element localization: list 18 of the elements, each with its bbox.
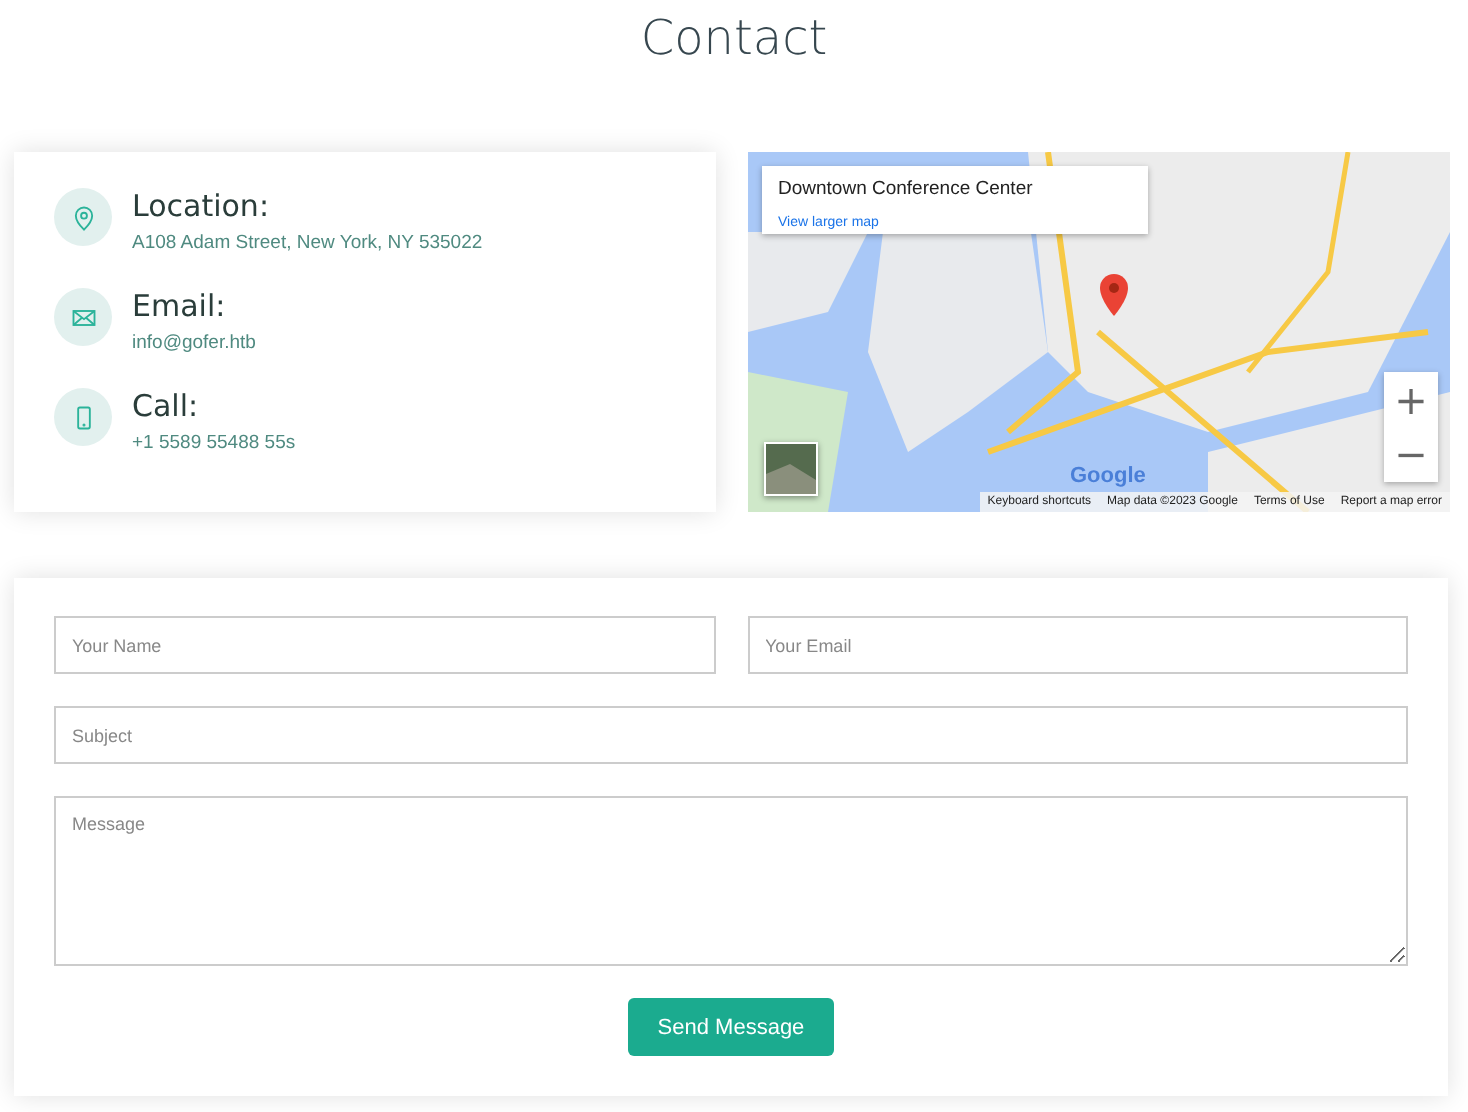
map-type-toggle[interactable]	[764, 442, 818, 496]
info-value: +1 5589 55488 55s	[132, 432, 296, 454]
zoom-in-button[interactable]: +	[1384, 372, 1438, 427]
page-title: Contact	[638, 10, 830, 70]
subject-field[interactable]: Subject	[54, 706, 1408, 764]
info-value: A108 Adam Street, New York, NY 535022	[132, 232, 483, 254]
info-label: Location:	[132, 188, 271, 226]
message-field[interactable]: Message	[54, 796, 1408, 966]
zoom-out-button[interactable]: −	[1384, 427, 1438, 482]
email-field[interactable]: Your Email	[747, 616, 1408, 674]
info-value: info@gofer.htb	[132, 332, 256, 354]
info-label: Call:	[132, 388, 201, 426]
name-field[interactable]: Your Name	[54, 616, 715, 674]
map-brand: Google	[1070, 464, 1146, 488]
location-pin-icon	[69, 203, 97, 231]
info-label: Email:	[132, 288, 228, 326]
satellite-thumbnail-icon	[766, 444, 816, 494]
place-name: Downtown Conference Center	[778, 178, 1035, 200]
